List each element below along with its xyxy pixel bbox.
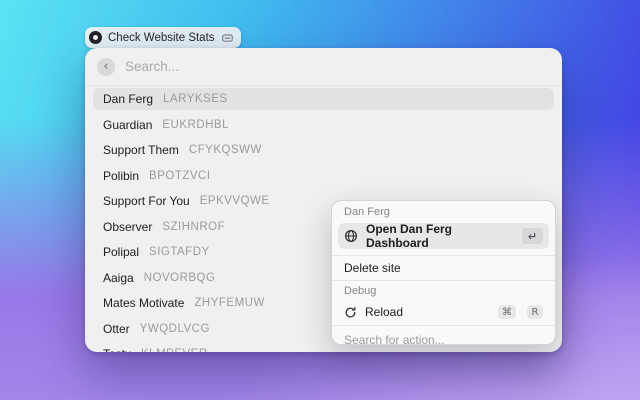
menu-section-title: Dan Ferg [338,206,549,219]
site-code: CFYKQSWW [189,144,262,156]
debug-section-title: Debug [338,285,549,298]
menu-delete-section: Delete site [332,256,555,280]
site-code: SZIHNROF [162,221,225,233]
search-input[interactable] [125,59,550,74]
site-code: EUKRDHBL [162,119,229,131]
command-pill[interactable]: Check Website Stats [85,27,241,48]
list-item[interactable]: Polibin BPOTZVCI [93,165,554,187]
site-code: BPOTZVCI [149,170,211,182]
action-menu: Dan Ferg Open Dan Ferg Dashboard ↵ Delet… [331,200,556,345]
r-key-icon: R [527,305,543,319]
site-code: ZHYFEMUW [194,297,264,309]
list-item[interactable]: Guardian EUKRDHBL [93,114,554,136]
reload-icon [344,306,357,319]
site-code: EPKVVQWE [200,195,270,207]
site-code: KLMPEVER [141,348,208,352]
site-name: Polipal [103,245,139,259]
delete-site-label: Delete site [344,261,401,275]
list-item[interactable]: Support Them CFYKQSWW [93,139,554,161]
site-name: Mates Motivate [103,296,184,310]
globe-icon [344,229,358,243]
chevron-left-icon: ‹ [103,60,108,73]
back-button[interactable]: ‹ [97,58,115,76]
site-code: YWQDLVCG [140,323,210,335]
search-bar: ‹ [85,48,562,86]
list-item[interactable]: Dan Ferg LARYKSES [93,88,554,110]
action-search-bar [332,326,555,345]
site-name: Otter [103,322,130,336]
reload-label: Reload [365,305,403,319]
menu-primary-section: Dan Ferg Open Dan Ferg Dashboard ↵ [332,201,555,255]
site-name: Observer [103,220,152,234]
command-pill-label: Check Website Stats [108,32,215,44]
site-code: SIGTAFDY [149,246,210,258]
site-name: Aaiga [103,271,134,285]
app-logo-icon [89,31,102,44]
site-name: Support Them [103,143,179,157]
open-dashboard-action[interactable]: Open Dan Ferg Dashboard ↵ [338,223,549,249]
delete-site-action[interactable]: Delete site [338,256,549,280]
site-name: Guardian [103,118,152,132]
site-code: LARYKSES [163,93,228,105]
site-name: Polibin [103,169,139,183]
reload-action[interactable]: Reload ⌘ R [338,301,549,323]
cmd-key-icon: ⌘ [498,305,516,319]
open-dashboard-label: Open Dan Ferg Dashboard [366,222,514,250]
site-name: Dan Ferg [103,92,153,106]
site-name: Support For You [103,194,190,208]
printer-icon [221,32,234,44]
site-name: Tasty [103,347,131,352]
enter-key-icon: ↵ [522,228,543,244]
action-search-input[interactable] [338,331,549,345]
menu-debug-section: Debug Reload ⌘ R [332,281,555,325]
site-code: NOVORBQG [144,272,216,284]
